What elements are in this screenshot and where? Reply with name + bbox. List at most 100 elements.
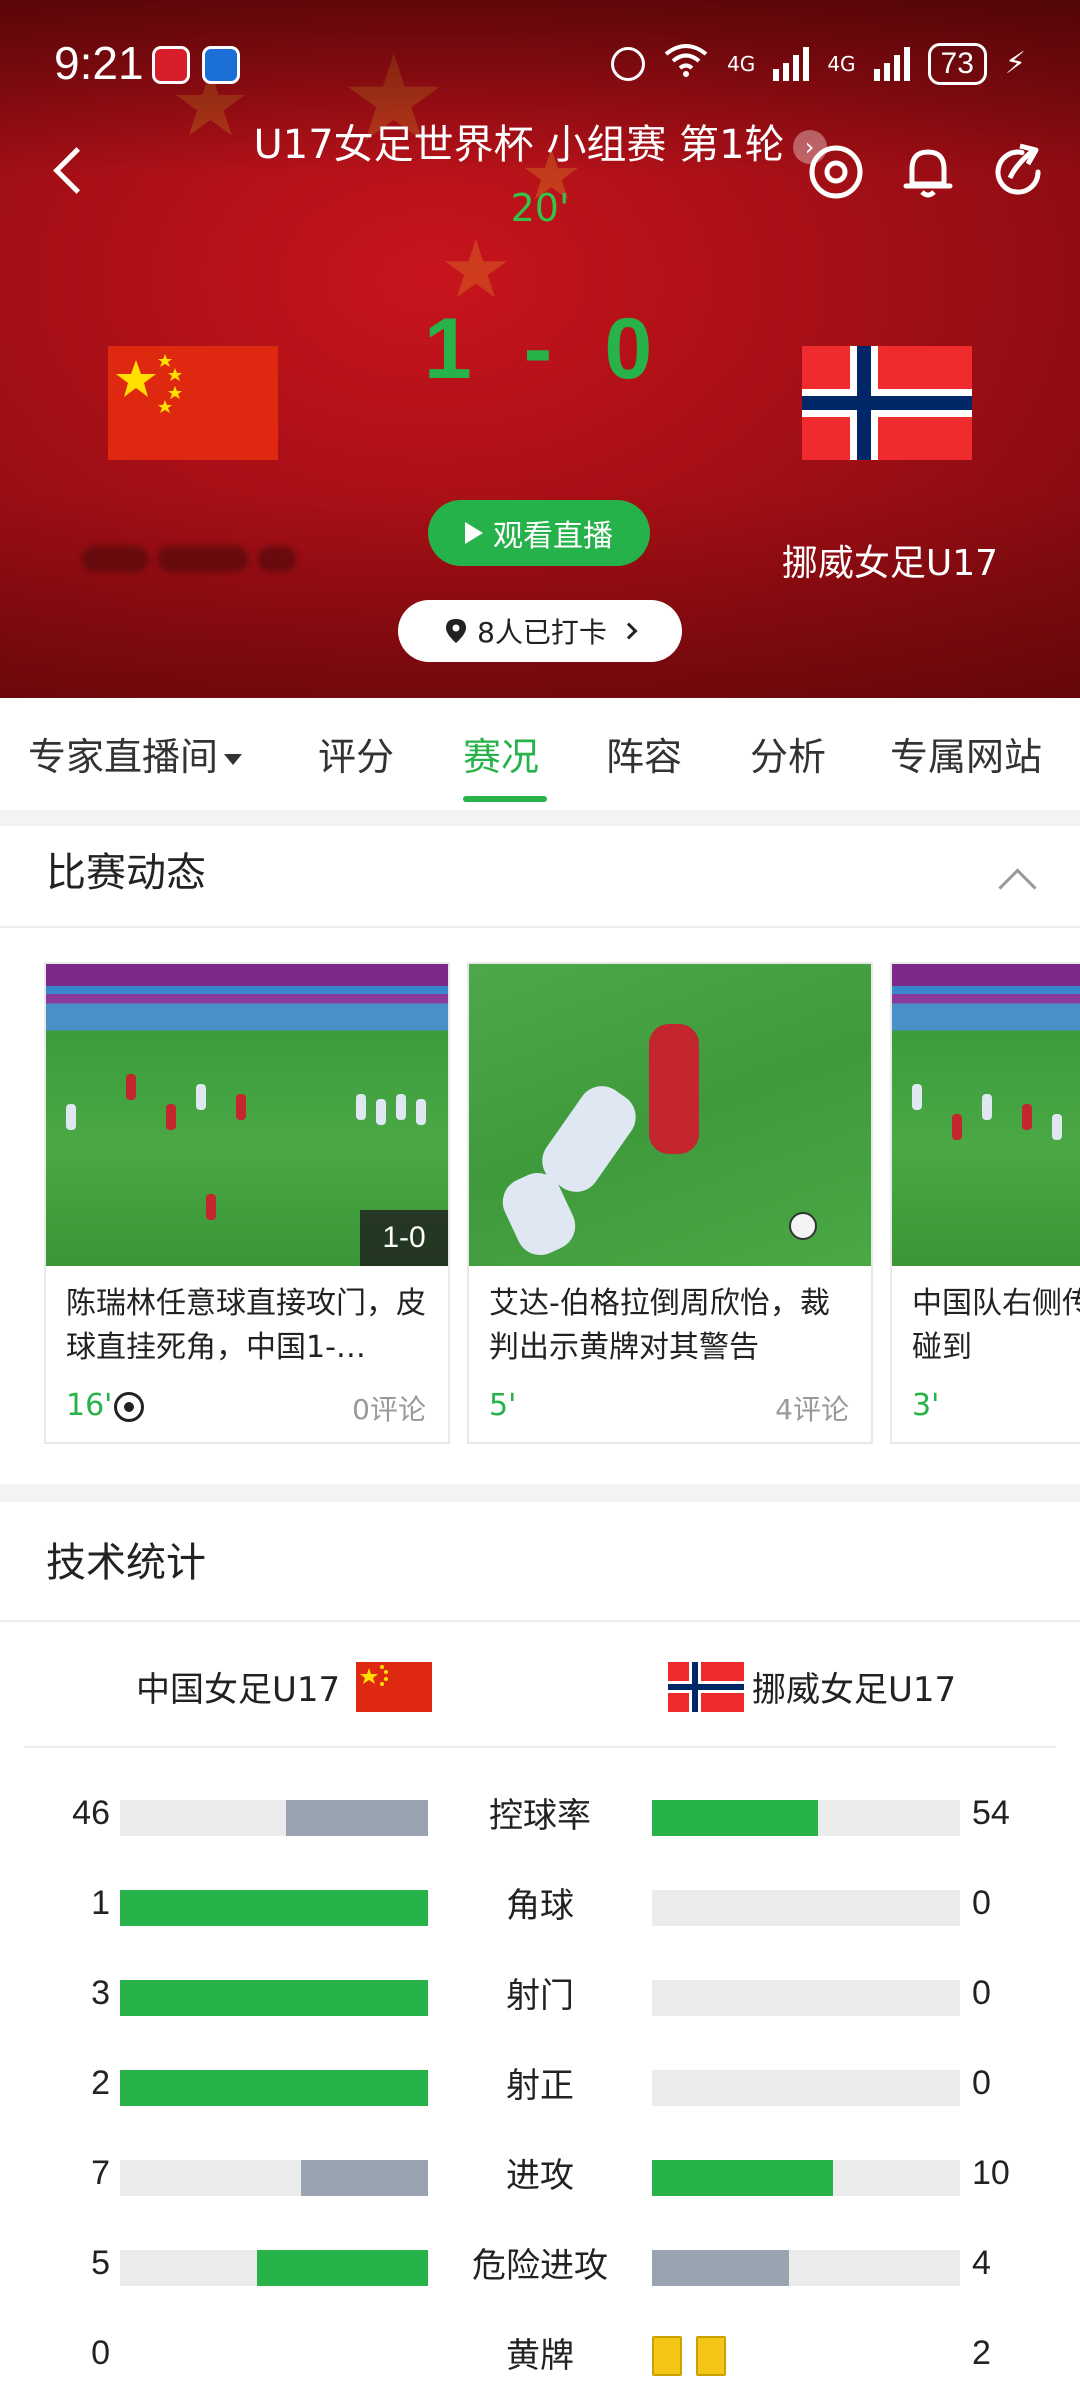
active-tab-indicator bbox=[463, 796, 547, 802]
away-score: 0 bbox=[604, 301, 657, 397]
battery-level: 73 bbox=[927, 42, 987, 85]
stat-home-bar bbox=[120, 1980, 428, 2016]
stat-home-bar bbox=[120, 2250, 428, 2286]
stat-label: 进攻 bbox=[506, 2156, 574, 2196]
section-title: 技术统计 bbox=[46, 1540, 206, 1586]
tab-match-status[interactable]: 赛况 bbox=[463, 726, 539, 781]
signal-bars-icon bbox=[773, 46, 810, 81]
stat-home-bar-fill bbox=[120, 2070, 428, 2106]
tab-exclusive-site[interactable]: 专属网站 bbox=[890, 726, 1042, 781]
stat-home-value: 7 bbox=[91, 2154, 110, 2192]
home-team-name-blurred bbox=[82, 534, 322, 586]
stat-label: 角球 bbox=[506, 1886, 574, 1926]
soccer-ball-icon bbox=[789, 1212, 817, 1240]
tab-analysis[interactable]: 分析 bbox=[750, 726, 826, 781]
away-team-flag-small bbox=[668, 1662, 744, 1712]
stat-away-value: 2 bbox=[972, 2334, 991, 2372]
away-team-flag[interactable] bbox=[802, 346, 972, 460]
stat-home-value: 3 bbox=[91, 1974, 110, 2012]
tab-lineup[interactable]: 阵容 bbox=[606, 726, 682, 781]
chevron-right-icon bbox=[620, 622, 638, 640]
stat-away-bar bbox=[652, 2250, 960, 2286]
tab-label: 专家直播间 bbox=[28, 735, 219, 779]
bell-icon[interactable] bbox=[898, 142, 958, 202]
stat-home-bar-fill bbox=[286, 1800, 428, 1836]
stat-home-bar bbox=[120, 1800, 428, 1836]
signal-4g-label: 4G bbox=[827, 51, 856, 76]
stat-away-bar-fill bbox=[652, 2250, 789, 2286]
stat-row: 5 危险进攻 4 bbox=[0, 2238, 1080, 2298]
stat-away-bar bbox=[652, 2070, 960, 2106]
stat-row: 46 控球率 54 bbox=[0, 1788, 1080, 1848]
match-title: U17女足世界杯 小组赛 第1轮 bbox=[253, 122, 785, 168]
notification-app-icon bbox=[202, 46, 240, 84]
stat-away-bar-fill bbox=[652, 2160, 834, 2196]
collapse-chevron-icon[interactable] bbox=[996, 862, 1036, 902]
wifi-icon bbox=[663, 42, 709, 85]
divider bbox=[0, 926, 1080, 928]
event-text: 陈瑞林任意球直接攻门，皮球直挂死角，中国1-… bbox=[66, 1286, 426, 1365]
share-icon[interactable] bbox=[988, 142, 1048, 202]
status-indicators: 4G 4G 73 ⚡ bbox=[611, 42, 1026, 85]
caret-down-icon bbox=[224, 754, 243, 765]
checkin-label: 8人已打卡 bbox=[477, 616, 607, 649]
watch-live-button[interactable]: 观看直播 bbox=[428, 500, 650, 566]
event-minute-value: 16' bbox=[66, 1388, 113, 1423]
match-events-section: 比赛动态 1-0 陈瑞林任意球直接攻门，皮球直挂死角，中国1-… 16' 0评论 bbox=[0, 826, 1080, 1484]
stat-home-value: 5 bbox=[91, 2244, 110, 2282]
yellow-card-icon bbox=[696, 2336, 726, 2376]
stat-home-value: 46 bbox=[72, 1794, 110, 1832]
match-header: ★ ★ ★ ★ 9:21 4G 4G 73 ⚡ U17女足世界杯 小组赛 第1轮… bbox=[0, 0, 1080, 698]
stat-label: 黄牌 bbox=[506, 2336, 574, 2376]
event-text: 中国队右侧传中，抄队员未碰到 bbox=[912, 1286, 1080, 1365]
stat-home-value: 1 bbox=[91, 1884, 110, 1922]
stat-away-bar bbox=[652, 1980, 960, 2016]
signal-4g-label: 4G bbox=[727, 51, 756, 76]
stat-home-value: 2 bbox=[91, 2064, 110, 2102]
stat-label: 危险进攻 bbox=[472, 2246, 608, 2286]
comment-count[interactable]: 0评论 bbox=[352, 1388, 426, 1428]
tab-expert-live[interactable]: 专家直播间 bbox=[28, 726, 243, 781]
status-time: 9:21 bbox=[54, 37, 144, 89]
event-video-thumbnail[interactable]: 1-0 bbox=[46, 964, 448, 1266]
stat-label: 射门 bbox=[506, 1976, 574, 2016]
focus-target-icon[interactable] bbox=[806, 142, 866, 202]
stat-away-value: 10 bbox=[972, 2154, 1010, 2192]
event-card[interactable]: 1-0 陈瑞林任意球直接攻门，皮球直挂死角，中国1-… 16' 0评论 bbox=[44, 962, 450, 1444]
event-cards-carousel[interactable]: 1-0 陈瑞林任意球直接攻门，皮球直挂死角，中国1-… 16' 0评论 艾达-伯… bbox=[0, 962, 1080, 1452]
comment-count[interactable]: 4评论 bbox=[775, 1388, 849, 1428]
event-card[interactable]: 艾达-伯格拉倒周欣怡，裁判出示黄牌对其警告 5' 4评论 bbox=[467, 962, 873, 1444]
stat-away-bar-fill bbox=[652, 1800, 819, 1836]
event-video-thumbnail[interactable] bbox=[892, 964, 1080, 1266]
home-score: 1 bbox=[423, 301, 476, 397]
stat-home-bar-fill bbox=[120, 1980, 428, 2016]
signal-bars-icon bbox=[873, 46, 910, 81]
play-icon bbox=[465, 522, 483, 544]
scoreboard-strip bbox=[46, 964, 448, 986]
stat-label: 控球率 bbox=[489, 1796, 591, 1836]
checkin-button[interactable]: 8人已打卡 bbox=[398, 600, 682, 662]
stat-home-bar-fill bbox=[301, 2160, 428, 2196]
scoreboard-strip bbox=[892, 964, 1080, 986]
stats-away-team: 挪威女足U17 bbox=[752, 1670, 957, 1710]
event-minute: 3' bbox=[912, 1388, 940, 1423]
tab-bar: 专家直播间 评分 赛况 阵容 分析 专属网站 bbox=[0, 698, 1080, 810]
stat-row: 0 黄牌 2 bbox=[0, 2328, 1080, 2388]
stat-away-bar bbox=[652, 1800, 960, 1836]
event-card[interactable]: 中国队右侧传中，抄队员未碰到 3' bbox=[890, 962, 1080, 1444]
yellow-card-icon bbox=[652, 2336, 682, 2376]
stats-home-team: 中国女足U17 bbox=[136, 1670, 341, 1710]
event-minute: 5' bbox=[489, 1388, 517, 1423]
event-video-thumbnail[interactable] bbox=[469, 964, 871, 1266]
stat-away-value: 0 bbox=[972, 1884, 991, 1922]
stat-away-value: 4 bbox=[972, 2244, 991, 2282]
event-text: 艾达-伯格拉倒周欣怡，裁判出示黄牌对其警告 bbox=[489, 1286, 830, 1365]
away-team-name[interactable]: 挪威女足U17 bbox=[770, 534, 1010, 586]
score-tag: 1-0 bbox=[360, 1210, 448, 1266]
hd-call-icon bbox=[611, 46, 646, 81]
tab-ratings[interactable]: 评分 bbox=[318, 726, 394, 781]
location-pin-icon bbox=[446, 619, 467, 643]
stat-away-value: 54 bbox=[972, 1794, 1010, 1832]
stat-home-bar-fill bbox=[120, 1890, 428, 1926]
notification-app-icon bbox=[152, 46, 190, 84]
